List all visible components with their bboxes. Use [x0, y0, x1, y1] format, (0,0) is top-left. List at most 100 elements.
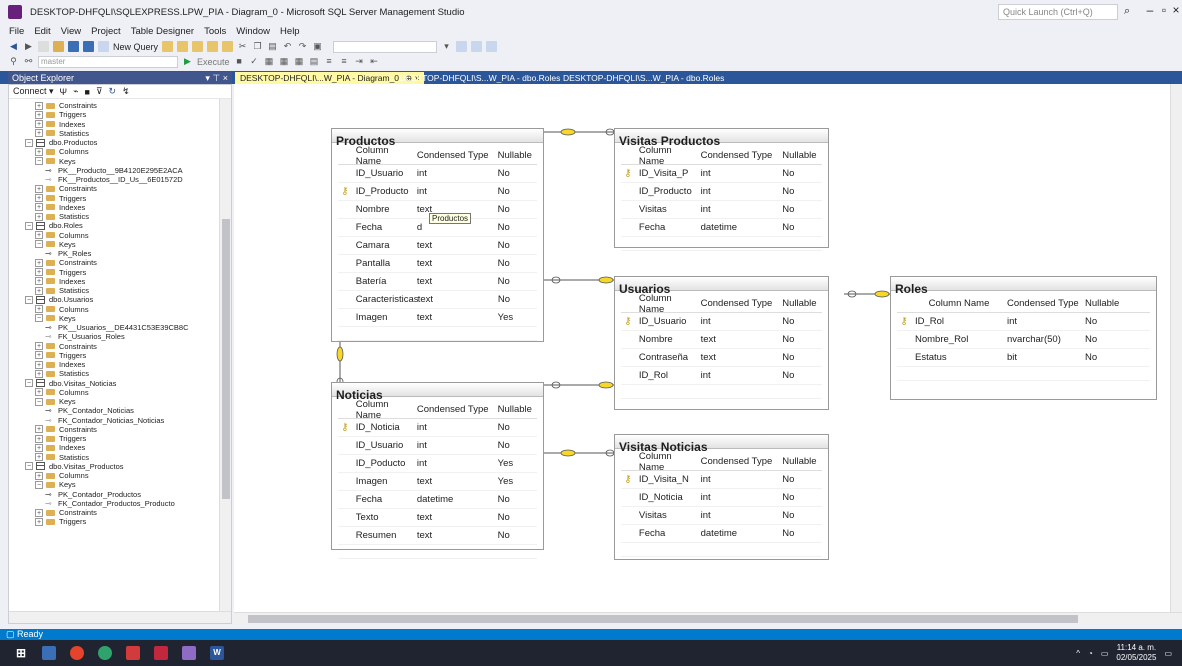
- tree-node[interactable]: + Indexes: [9, 203, 219, 212]
- expander-icon[interactable]: −: [35, 157, 43, 166]
- expander-icon[interactable]: +: [35, 286, 43, 295]
- tree-node[interactable]: + Columns: [9, 471, 219, 480]
- menu-view[interactable]: View: [61, 26, 81, 37]
- expander-icon[interactable]: −: [25, 221, 33, 230]
- connect-icon[interactable]: Ψ: [60, 87, 68, 97]
- expander-icon[interactable]: +: [35, 147, 43, 156]
- tab-roles-1[interactable]: DESKTOP-DHFQLI\S...W_PIA - dbo.Roles: [394, 72, 565, 84]
- table-row[interactable]: Resumen text No: [338, 527, 537, 545]
- table-row[interactable]: Texto text No: [338, 509, 537, 527]
- object-explorer-tree[interactable]: + Constraints + Triggers + Indexes + Statistics…: [9, 101, 219, 609]
- parse-icon[interactable]: ✓: [249, 56, 260, 67]
- expander-icon[interactable]: +: [35, 434, 43, 443]
- tree-node[interactable]: ⊸ FK_Contador_Productos_Producto: [9, 499, 219, 508]
- table-visitas-productos[interactable]: Visitas Productos Column Name Condensed Ty…: [614, 128, 829, 251]
- solution-config-select[interactable]: [333, 40, 438, 53]
- new-row[interactable]: [897, 367, 1150, 381]
- tree-node[interactable]: − dbo.Visitas_Noticias: [9, 379, 219, 388]
- combo-arrow-icon[interactable]: ▾: [441, 41, 452, 52]
- column-grid[interactable]: Column Name Condensed Type Nullable ⚷ ID_Vis…: [615, 145, 828, 251]
- diagram-horizontal-scrollbar[interactable]: [234, 612, 1182, 624]
- clock[interactable]: 11:14 a. m. 02/05/2025: [1116, 643, 1156, 663]
- tree-node[interactable]: + Triggers: [9, 351, 219, 360]
- scroll-thumb[interactable]: [222, 219, 230, 499]
- refresh-icon[interactable]: ↻: [109, 86, 117, 97]
- table-row[interactable]: Fecha datetime No: [621, 525, 822, 543]
- expander-icon[interactable]: +: [35, 258, 43, 267]
- table-row[interactable]: ID_Rol int No: [621, 367, 822, 385]
- column-grid[interactable]: Column Name Condensed Type Nullable ⚷ ID_Vis…: [615, 451, 828, 559]
- ssms-taskbar-icon[interactable]: [182, 646, 196, 660]
- connect-button[interactable]: Connect ▾: [13, 86, 54, 97]
- expander-icon[interactable]: +: [35, 443, 43, 452]
- indent-icon[interactable]: ⇥: [354, 56, 365, 67]
- expander-icon[interactable]: +: [35, 351, 43, 360]
- expander-icon[interactable]: +: [35, 212, 43, 221]
- table-header[interactable]: [891, 277, 1156, 291]
- expander-icon[interactable]: +: [35, 471, 43, 480]
- filter-icon[interactable]: ⊽: [96, 86, 103, 97]
- menu-edit[interactable]: Edit: [34, 26, 50, 37]
- tree-node[interactable]: + Indexes: [9, 277, 219, 286]
- connect-query-icon[interactable]: ⚲: [8, 56, 19, 67]
- close-button[interactable]: ×: [1168, 3, 1182, 17]
- table-noticias[interactable]: Noticias Column Name Condensed Type Nullabl…: [331, 382, 544, 559]
- tree-node[interactable]: ⊸ PK__Producto__9B4120E295E2ACA: [9, 166, 219, 175]
- table-row[interactable]: Fecha datetime No: [621, 219, 822, 237]
- expander-icon[interactable]: +: [35, 194, 43, 203]
- expander-icon[interactable]: −: [35, 397, 43, 406]
- table-productos[interactable]: Productos Column Name Condensed Type Nullab…: [331, 128, 544, 342]
- tree-node[interactable]: + Statistics: [9, 212, 219, 221]
- tree-node[interactable]: ⊸ PK_Roles: [9, 249, 219, 258]
- new-row[interactable]: [621, 237, 822, 251]
- column-grid[interactable]: Column Name Condensed Type Nullable ID_Usua…: [332, 145, 543, 341]
- results-text-icon[interactable]: ▤: [309, 56, 320, 67]
- table-row[interactable]: Imagen text Yes: [338, 309, 537, 327]
- activity-monitor-icon[interactable]: ↯: [122, 86, 130, 97]
- tree-node[interactable]: ⊸ FK_Usuarios_Roles: [9, 332, 219, 341]
- object-explorer-window-controls[interactable]: ▾ ⊤ ×: [205, 73, 228, 83]
- tree-node[interactable]: + Statistics: [9, 129, 219, 138]
- paste-icon[interactable]: ▤: [267, 41, 278, 52]
- copy-icon[interactable]: ❐: [252, 41, 263, 52]
- notification-icon[interactable]: ▭: [1164, 649, 1172, 658]
- tree-node[interactable]: + Statistics: [9, 286, 219, 295]
- expander-icon[interactable]: +: [35, 360, 43, 369]
- table-row[interactable]: Visitas int No: [621, 507, 822, 525]
- object-explorer-vertical-scrollbar[interactable]: [219, 99, 231, 611]
- acrobat-icon[interactable]: [126, 646, 140, 660]
- word-icon[interactable]: W: [210, 646, 224, 660]
- table-row[interactable]: ⚷ ID_Producto int No: [338, 183, 537, 201]
- tree-node[interactable]: ⊸ FK_Contador_Noticias_Noticias: [9, 416, 219, 425]
- tree-node[interactable]: + Triggers: [9, 268, 219, 277]
- tray-expand-icon[interactable]: ^: [1076, 649, 1080, 658]
- tree-node[interactable]: − dbo.Productos: [9, 138, 219, 147]
- tree-node[interactable]: + Columns: [9, 388, 219, 397]
- expander-icon[interactable]: −: [35, 240, 43, 249]
- tree-node[interactable]: − dbo.Visitas_Productos: [9, 462, 219, 471]
- solution-explorer-icon[interactable]: [456, 41, 468, 52]
- tree-node[interactable]: − dbo.Usuarios: [9, 295, 219, 304]
- table-row[interactable]: Batería text No: [338, 273, 537, 291]
- expander-icon[interactable]: −: [25, 379, 33, 388]
- undo-icon[interactable]: ↶: [282, 41, 293, 52]
- properties-icon[interactable]: [471, 41, 483, 52]
- brave-browser-icon[interactable]: [70, 646, 84, 660]
- tree-node[interactable]: + Columns: [9, 231, 219, 240]
- execute-icon[interactable]: ▶: [182, 56, 193, 67]
- menu-window[interactable]: Window: [236, 26, 270, 37]
- table-row[interactable]: Contraseña text No: [621, 349, 822, 367]
- expander-icon[interactable]: +: [35, 425, 43, 434]
- app-icon[interactable]: [154, 646, 168, 660]
- tree-node[interactable]: + Triggers: [9, 434, 219, 443]
- expander-icon[interactable]: +: [35, 120, 43, 129]
- expander-icon[interactable]: +: [35, 184, 43, 193]
- tree-node[interactable]: + Indexes: [9, 443, 219, 452]
- back-icon[interactable]: ◀: [8, 41, 19, 52]
- menu-file[interactable]: File: [9, 26, 24, 37]
- table-visitas-noticias[interactable]: Visitas Noticias Column Name Condensed Typ…: [614, 434, 829, 560]
- tree-node[interactable]: − Keys: [9, 314, 219, 323]
- expander-icon[interactable]: +: [35, 110, 43, 119]
- change-connection-icon[interactable]: ⚯: [23, 56, 34, 67]
- table-row[interactable]: ID_Usuario int No: [338, 165, 537, 183]
